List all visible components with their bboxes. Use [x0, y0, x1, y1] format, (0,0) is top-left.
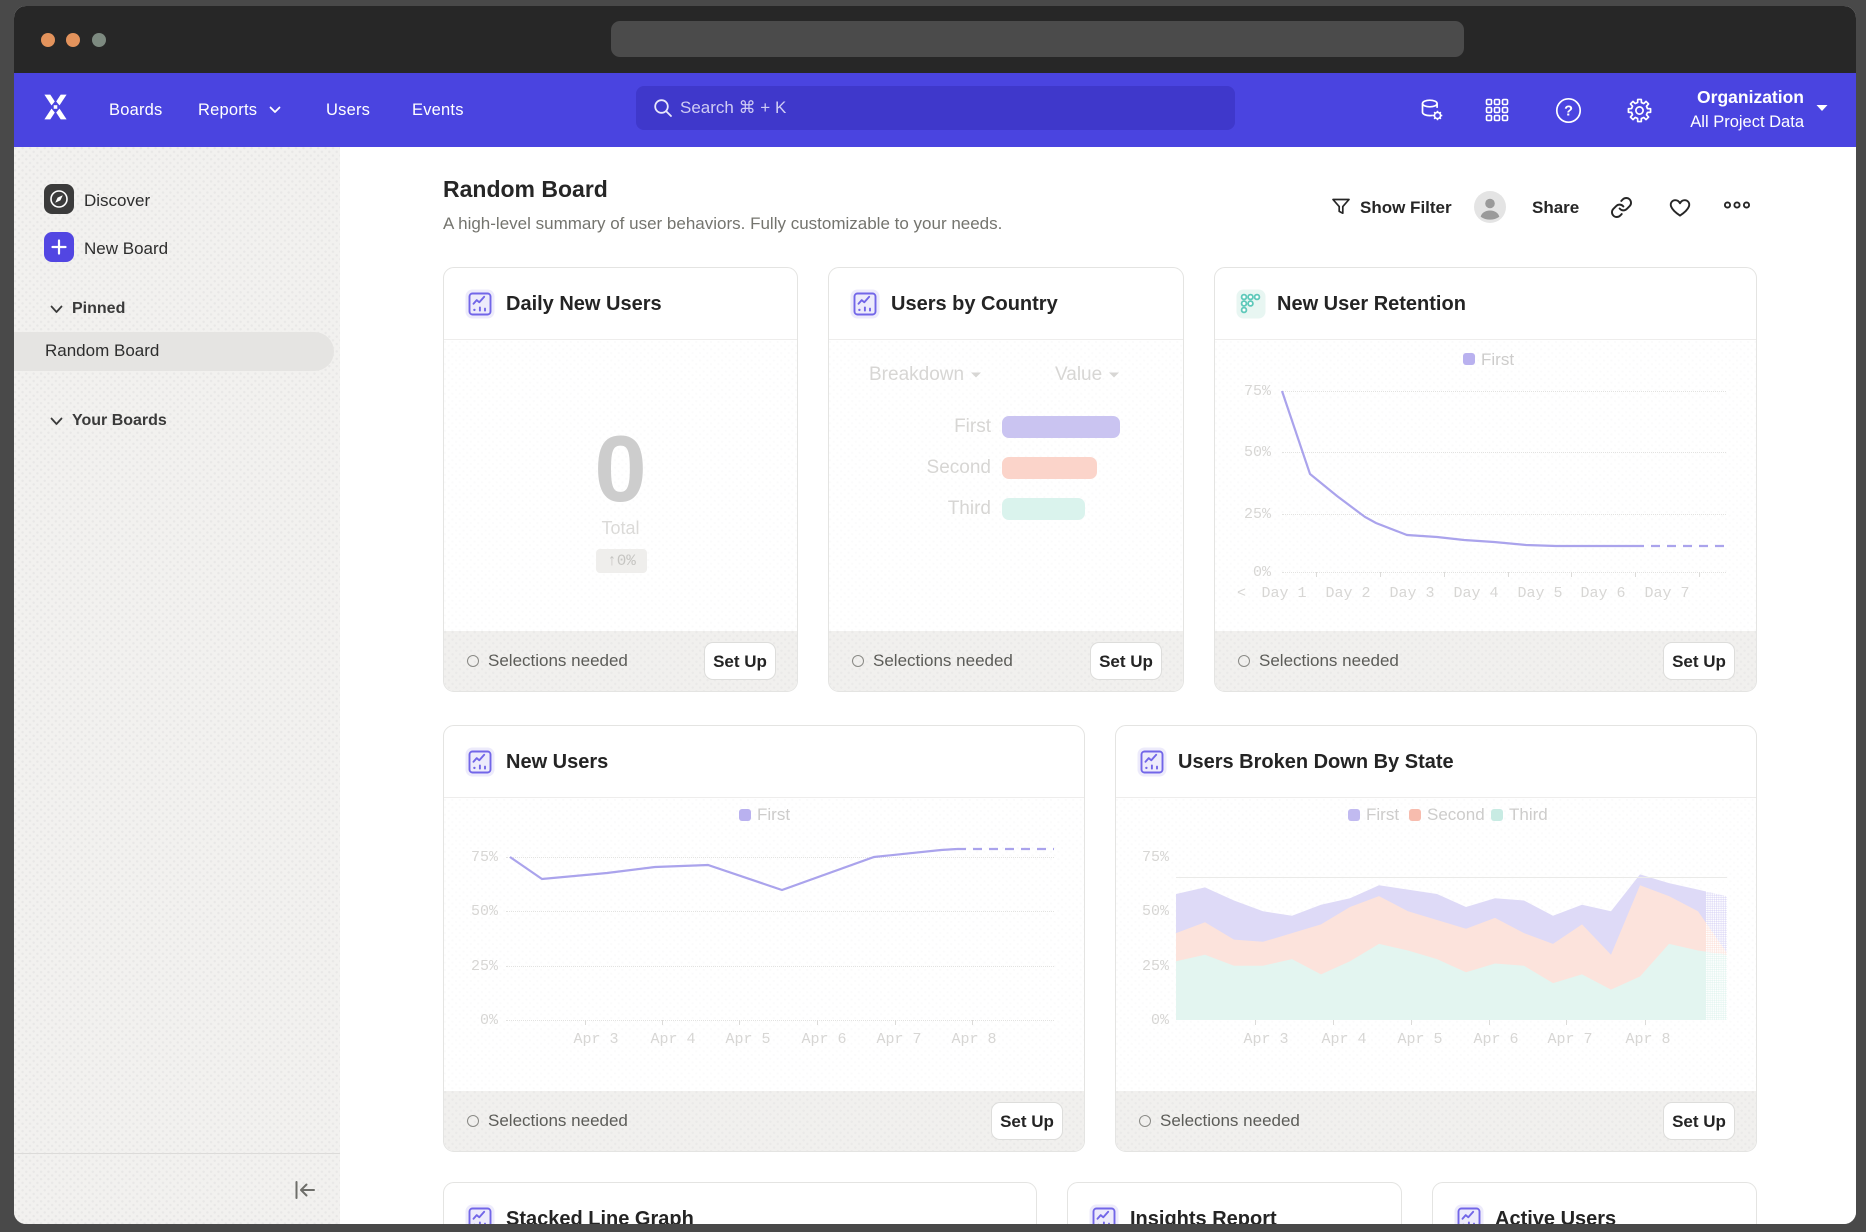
svg-text:?: ?: [1564, 104, 1573, 120]
